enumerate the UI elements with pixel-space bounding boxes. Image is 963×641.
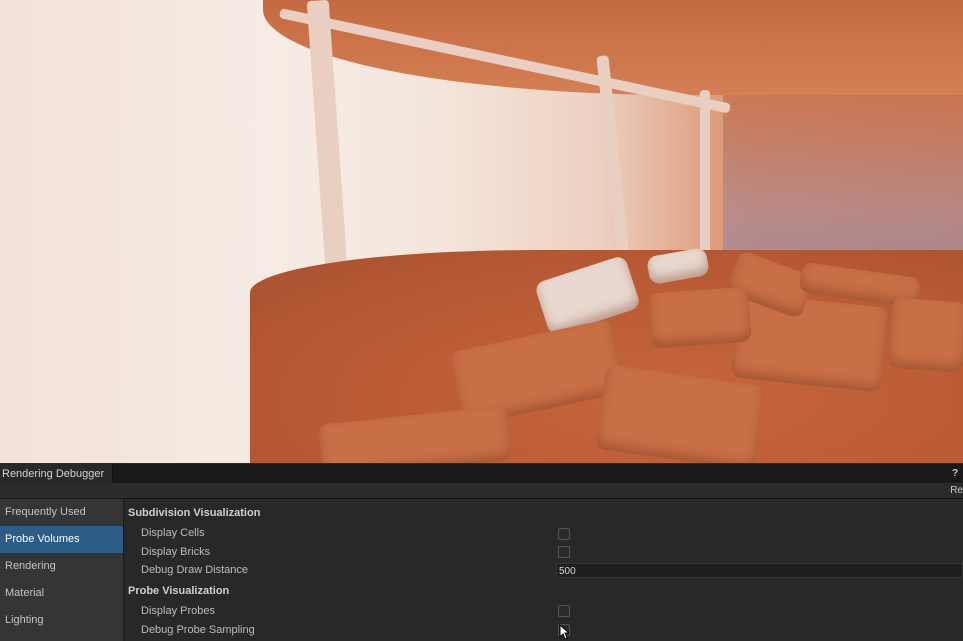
display-bricks-label: Display Bricks [141, 546, 211, 558]
display-cells-checkbox[interactable] [558, 528, 570, 540]
debugger-sidebar: Frequently Used Probe Volumes Rendering … [0, 499, 124, 641]
help-icon[interactable]: ? [952, 468, 961, 479]
debugger-titlebar: Rendering Debugger ? [0, 463, 963, 484]
pillow [730, 292, 890, 393]
section-title-subdivision: Subdivision Visualization [128, 507, 261, 519]
sidebar-item-frequently-used[interactable]: Frequently Used [0, 499, 123, 526]
display-bricks-checkbox[interactable] [558, 546, 570, 558]
tab-title: Rendering Debugger [2, 468, 105, 480]
debug-draw-distance-field[interactable]: 500 [556, 563, 963, 578]
pillow [887, 297, 963, 373]
mouse-cursor-icon [559, 624, 569, 640]
display-probes-checkbox[interactable] [558, 605, 570, 617]
scene-viewport[interactable] [0, 0, 963, 463]
debugger-toolbar: Re [0, 483, 963, 499]
section-title-probes: Probe Visualization [128, 585, 230, 597]
rendering-debugger-tab[interactable]: Rendering Debugger [0, 464, 114, 484]
debug-draw-distance-label: Debug Draw Distance [141, 564, 248, 576]
reset-button[interactable]: Re [948, 483, 963, 498]
debug-probe-sampling-label: Debug Probe Sampling [141, 624, 255, 636]
sidebar-item-probe-volumes[interactable]: Probe Volumes [0, 526, 123, 553]
display-cells-label: Display Cells [141, 527, 205, 539]
pillow [648, 286, 752, 349]
tent-pole [700, 90, 710, 260]
probe-volumes-panel: Subdivision Visualization Display Cells … [124, 499, 963, 641]
sidebar-item-material[interactable]: Material [0, 580, 123, 607]
sidebar-item-rendering[interactable]: Rendering [0, 553, 123, 580]
sidebar-item-lighting[interactable]: Lighting [0, 607, 123, 634]
display-probes-label: Display Probes [141, 605, 215, 617]
